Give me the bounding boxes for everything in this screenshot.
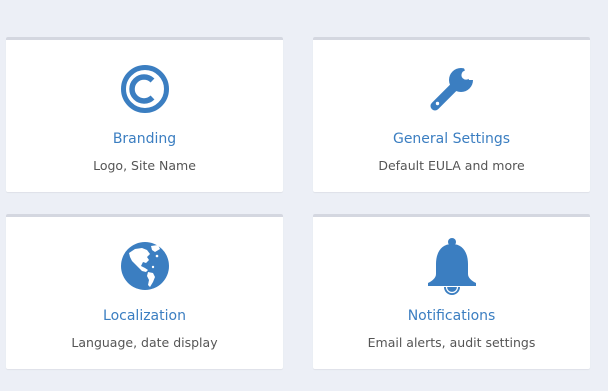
branding-title[interactable]: Branding (6, 130, 283, 148)
general-settings-title[interactable]: General Settings (313, 130, 590, 148)
general-settings-card[interactable]: General Settings Default EULA and more (313, 37, 590, 192)
notifications-card[interactable]: Notifications Email alerts, audit settin… (313, 214, 590, 369)
branding-card[interactable]: Branding Logo, Site Name (6, 37, 283, 192)
general-settings-description: Default EULA and more (378, 158, 525, 173)
copyright-icon (6, 63, 283, 115)
notifications-title[interactable]: Notifications (313, 307, 590, 325)
localization-description: Language, date display (71, 335, 218, 350)
bell-icon (313, 238, 590, 295)
notifications-description: Email alerts, audit settings (367, 335, 536, 350)
globe-icon (6, 240, 283, 292)
localization-card[interactable]: Localization Language, date display (6, 214, 283, 369)
wrench-icon (313, 63, 590, 115)
branding-description: Logo, Site Name (93, 158, 196, 173)
localization-title[interactable]: Localization (6, 307, 283, 325)
